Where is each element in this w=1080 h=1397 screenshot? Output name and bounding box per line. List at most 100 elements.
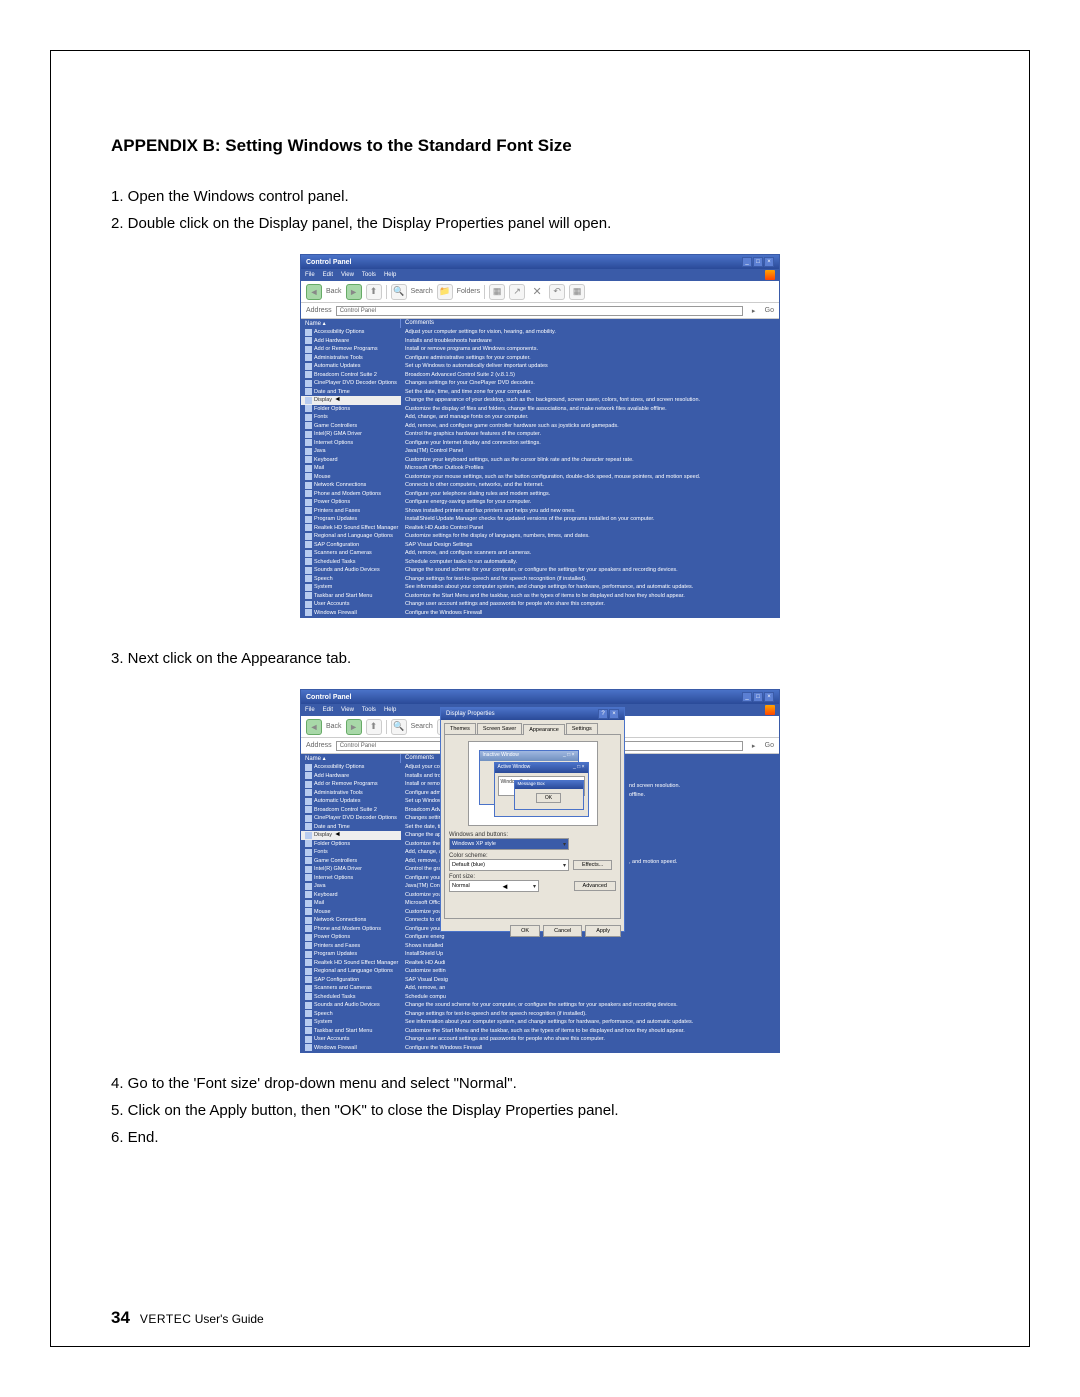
list-item[interactable]: Taskbar and Start MenuCustomize the Star… (301, 592, 779, 601)
windows-buttons-select[interactable]: Windows XP style▾ (449, 838, 569, 850)
list-item[interactable]: Date and TimeSet the date, time, and tim… (301, 388, 779, 397)
list-item[interactable]: KeyboardCustomize your keyboard settings… (301, 456, 779, 465)
list-item[interactable]: Taskbar and Start MenuCustomize the Star… (301, 1027, 779, 1036)
list-item[interactable]: Folder OptionsCustomize the display of f… (301, 405, 779, 414)
close-icon[interactable]: × (764, 257, 774, 267)
back-button[interactable]: ◄ (306, 719, 322, 735)
menu-tools[interactable]: Tools (362, 707, 376, 713)
menu-view[interactable]: View (341, 272, 354, 278)
menu-view[interactable]: View (341, 707, 354, 713)
list-item[interactable]: Windows FirewallConfigure the Windows Fi… (301, 1044, 779, 1053)
list-item[interactable]: Accessibility OptionsAdjust your compute… (301, 328, 779, 337)
list-item[interactable]: CinePlayer DVD Decoder OptionsChanges se… (301, 379, 779, 388)
go-button[interactable]: ▸ (747, 304, 761, 318)
list-item[interactable]: Realtek HD Sound Effect ManagerRealtek H… (301, 524, 779, 533)
list-item[interactable]: Scanners and CamerasAdd, remove, an (301, 984, 779, 993)
list-item[interactable]: SystemSee information about your compute… (301, 1018, 779, 1027)
list-item[interactable]: Realtek HD Sound Effect ManagerRealtek H… (301, 959, 779, 968)
toolbar-btn-2[interactable]: ↗ (509, 284, 525, 300)
list-item[interactable]: Regional and Language OptionsCustomize s… (301, 967, 779, 976)
list-item[interactable]: Windows FirewallConfigure the Windows Fi… (301, 609, 779, 618)
search-label: Search (411, 288, 433, 295)
list-item[interactable]: Power OptionsConfigure energy-saving set… (301, 498, 779, 507)
toolbar-undo-icon[interactable]: ↶ (549, 284, 565, 300)
list-item[interactable]: Administrative ToolsConfigure administra… (301, 354, 779, 363)
list-item[interactable]: User AccountsChange user account setting… (301, 1035, 779, 1044)
list-item[interactable]: Scanners and CamerasAdd, remove, and con… (301, 549, 779, 558)
list-item[interactable]: Game ControllersAdd, remove, and configu… (301, 422, 779, 431)
menu-file[interactable]: File (305, 272, 315, 278)
list-item[interactable]: Add or Remove ProgramsInstall or remove … (301, 345, 779, 354)
menu-file[interactable]: File (305, 707, 315, 713)
menu-edit[interactable]: Edit (323, 272, 333, 278)
list-item[interactable]: Scheduled TasksSchedule computer tasks t… (301, 558, 779, 567)
close-icon[interactable]: × (764, 692, 774, 702)
list-item[interactable]: Broadcom Control Suite 2Broadcom Advance… (301, 371, 779, 380)
address-field[interactable]: Control Panel (336, 306, 743, 316)
close-icon[interactable]: × (609, 709, 619, 719)
list-item[interactable]: Printers and FaxesShows installed (301, 942, 779, 951)
tab-settings[interactable]: Settings (566, 723, 598, 734)
list-item[interactable]: Display ◄Change the appearance of your d… (301, 396, 779, 405)
list-item[interactable]: Scheduled TasksSchedule compu (301, 993, 779, 1002)
up-button[interactable]: ⬆ (366, 284, 382, 300)
tab-appearance[interactable]: Appearance (523, 724, 565, 735)
list-item[interactable]: Regional and Language OptionsCustomize s… (301, 532, 779, 541)
toolbar-views-icon[interactable]: ▦ (569, 284, 585, 300)
list-item[interactable]: Phone and Modem OptionsConfigure your te… (301, 490, 779, 499)
item-icon (305, 993, 312, 1000)
effects-button[interactable]: Effects... (573, 860, 612, 870)
list-item[interactable]: Network ConnectionsConnects to other com… (301, 481, 779, 490)
list-item[interactable]: Add HardwareInstalls and troubleshoots h… (301, 337, 779, 346)
list-item[interactable]: SpeechChange settings for text-to-speech… (301, 1010, 779, 1019)
search-icon[interactable]: 🔍 (391, 284, 407, 300)
item-icon (305, 354, 312, 361)
cancel-button[interactable]: Cancel (543, 925, 582, 937)
list-item[interactable]: Internet OptionsConfigure your Internet … (301, 439, 779, 448)
column-comments[interactable]: Comments (401, 319, 779, 328)
list-item[interactable]: Sounds and Audio DevicesChange the sound… (301, 1001, 779, 1010)
font-size-select[interactable]: Normal▾ (449, 880, 539, 892)
help-icon[interactable]: ? (598, 709, 608, 719)
search-icon[interactable]: 🔍 (391, 719, 407, 735)
menu-help[interactable]: Help (384, 707, 396, 713)
list-item[interactable]: User AccountsChange user account setting… (301, 600, 779, 609)
list-item[interactable]: MailMicrosoft Office Outlook Profiles (301, 464, 779, 473)
forward-button[interactable]: ► (346, 719, 362, 735)
forward-button[interactable]: ► (346, 284, 362, 300)
list-item[interactable]: SystemSee information about your compute… (301, 583, 779, 592)
column-name[interactable]: Name ▴ (301, 319, 401, 328)
list-item[interactable]: Sounds and Audio DevicesChange the sound… (301, 566, 779, 575)
list-item[interactable]: Program UpdatesInstallShield Up (301, 950, 779, 959)
minimize-icon[interactable]: _ (742, 257, 752, 267)
minimize-icon[interactable]: _ (742, 692, 752, 702)
list-item[interactable]: JavaJava(TM) Control Panel (301, 447, 779, 456)
back-button[interactable]: ◄ (306, 284, 322, 300)
list-item[interactable]: SpeechChange settings for text-to-speech… (301, 575, 779, 584)
list-item[interactable]: SAP ConfigurationSAP Visual Desig (301, 976, 779, 985)
item-icon (305, 772, 312, 779)
toolbar-delete-icon[interactable]: ✕ (529, 284, 545, 300)
ok-button[interactable]: OK (510, 925, 540, 937)
menu-tools[interactable]: Tools (362, 272, 376, 278)
maximize-icon[interactable]: □ (753, 257, 763, 267)
tab-themes[interactable]: Themes (444, 723, 476, 734)
color-scheme-select[interactable]: Default (blue)▾ (449, 859, 569, 871)
menu-help[interactable]: Help (384, 272, 396, 278)
list-item[interactable]: Printers and FaxesShows installed printe… (301, 507, 779, 516)
list-item[interactable]: FontsAdd, change, and manage fonts on yo… (301, 413, 779, 422)
menu-edit[interactable]: Edit (323, 707, 333, 713)
list-item[interactable]: MouseCustomize your mouse settings, such… (301, 473, 779, 482)
list-item[interactable]: SAP ConfigurationSAP Visual Design Setti… (301, 541, 779, 550)
folders-icon[interactable]: 📁 (437, 284, 453, 300)
list-item[interactable]: Program UpdatesInstallShield Update Mana… (301, 515, 779, 524)
apply-button[interactable]: Apply (585, 925, 621, 937)
advanced-button[interactable]: Advanced (574, 881, 616, 891)
list-item[interactable]: Automatic UpdatesSet up Windows to autom… (301, 362, 779, 371)
tab-screensaver[interactable]: Screen Saver (477, 723, 522, 734)
item-icon (305, 465, 312, 472)
up-button[interactable]: ⬆ (366, 719, 382, 735)
list-item[interactable]: Intel(R) GMA DriverControl the graphics … (301, 430, 779, 439)
toolbar-btn-1[interactable]: ▦ (489, 284, 505, 300)
maximize-icon[interactable]: □ (753, 692, 763, 702)
